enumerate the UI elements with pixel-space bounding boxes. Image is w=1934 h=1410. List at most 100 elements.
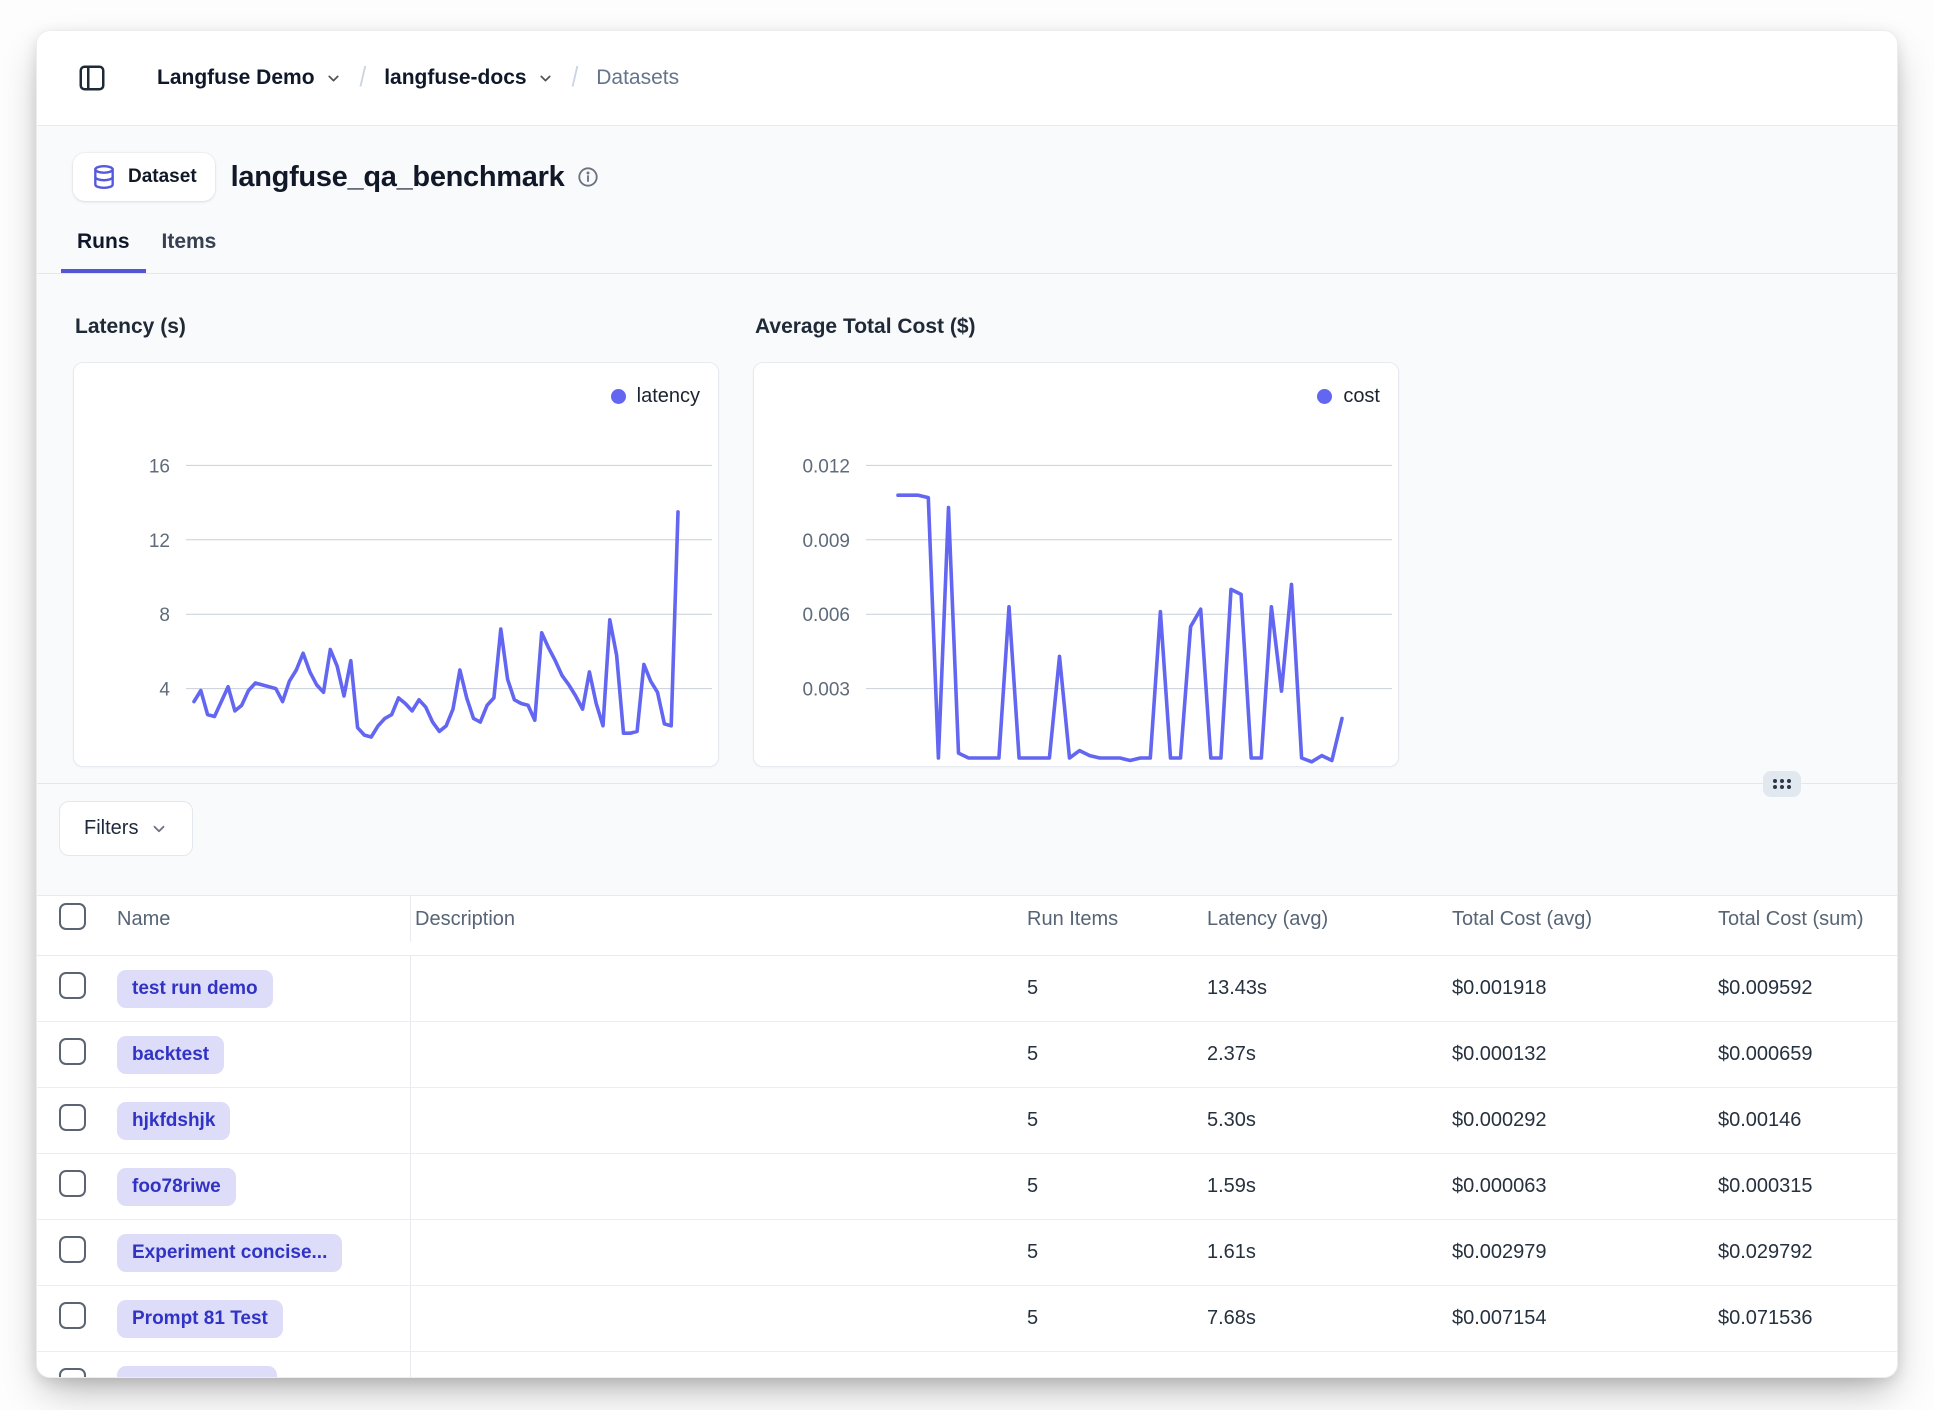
name-cell (111, 1352, 411, 1378)
name-cell: test run demo (111, 956, 411, 1021)
resize-grip-handle[interactable] (1763, 771, 1801, 797)
filters-button[interactable]: Filters (59, 801, 193, 856)
table-row[interactable]: Prompt 81 Test 57.68s$0.007154$0.071536 (37, 1286, 1897, 1352)
header-checkbox-cell (37, 903, 111, 936)
total-cost-sum-cell: $0.000659 (1714, 1043, 1897, 1066)
total-cost-sum-cell: $0.000315 (1714, 1175, 1897, 1198)
y-axis-tick: 0.012 (802, 456, 850, 477)
row-checkbox[interactable] (59, 1104, 86, 1131)
y-axis-tick: 0.009 (802, 531, 850, 552)
row-checkbox-cell (37, 1104, 111, 1137)
run-name-badge[interactable] (117, 1366, 277, 1379)
breadcrumb-separator: / (360, 62, 367, 94)
column-header-latency-avg-: Latency (avg) (1203, 908, 1448, 931)
chevron-down-icon (150, 820, 168, 838)
row-checkbox[interactable] (59, 1368, 86, 1378)
chart-legend: cost (1317, 385, 1380, 408)
chart-card-cost: 0.0030.0060.0090.012cost (753, 362, 1399, 767)
run-name-badge[interactable]: backtest (117, 1036, 224, 1074)
row-checkbox[interactable] (59, 1302, 86, 1329)
select-all-checkbox[interactable] (59, 903, 86, 930)
charts-section: Latency (s)481216latencyAverage Total Co… (73, 312, 1859, 767)
y-axis-tick: 16 (149, 456, 170, 477)
name-cell: hjkfdshjk (111, 1088, 411, 1153)
filters-row: Filters (59, 801, 1897, 856)
breadcrumb-label: langfuse-docs (384, 66, 526, 90)
run-name-badge[interactable]: Experiment concise... (117, 1234, 342, 1272)
breadcrumb-separator: / (572, 62, 579, 94)
breadcrumb-item-langfuse-docs[interactable]: langfuse-docs (384, 66, 553, 90)
row-checkbox[interactable] (59, 972, 86, 999)
row-checkbox-cell (37, 1038, 111, 1071)
series-line-cost (898, 495, 1342, 762)
tab-runs[interactable]: Runs (61, 229, 146, 273)
chart-plot-latency: 481216 (74, 363, 718, 766)
legend-label: latency (637, 385, 700, 408)
latency-avg-cell: 1.61s (1203, 1241, 1448, 1264)
series-line-latency (194, 512, 678, 737)
row-checkbox-cell (37, 1170, 111, 1203)
table-row[interactable]: test run demo 513.43s$0.001918$0.009592 (37, 956, 1897, 1022)
row-checkbox-cell (37, 1236, 111, 1269)
run-items-cell: 5 (1023, 1307, 1203, 1330)
name-cell: Prompt 81 Test (111, 1286, 411, 1351)
table-row[interactable]: hjkfdshjk55.30s$0.000292$0.00146 (37, 1088, 1897, 1154)
total-cost-sum-cell: $0.009592 (1714, 977, 1897, 1000)
run-name-badge[interactable]: test run demo (117, 970, 273, 1008)
dataset-title-row: Dataset langfuse_qa_benchmark (73, 151, 1897, 203)
chevron-down-icon (537, 70, 554, 87)
name-cell: foo78riwe (111, 1154, 411, 1219)
section-divider (37, 783, 1897, 784)
app-window: Langfuse Demo / langfuse-docs / Datasets Dat… (36, 30, 1898, 1378)
breadcrumb-item-datasets[interactable]: Datasets (596, 66, 679, 90)
page-title: langfuse_qa_benchmark (231, 161, 565, 194)
total-cost-sum-cell: $0.029792 (1714, 1241, 1897, 1264)
run-name-badge[interactable]: foo78riwe (117, 1168, 236, 1206)
breadcrumb: Langfuse Demo / langfuse-docs / Datasets (157, 64, 679, 92)
filters-button-label: Filters (84, 817, 138, 840)
sidebar-toggle-icon[interactable] (75, 61, 109, 95)
table-row[interactable]: foo78riwe51.59s$0.000063$0.000315 (37, 1154, 1897, 1220)
table-row[interactable]: backtest 52.37s$0.000132$0.000659 (37, 1022, 1897, 1088)
run-items-cell: 5 (1023, 977, 1203, 1000)
name-cell: Experiment concise... (111, 1220, 411, 1285)
dataset-type-pill: Dataset (73, 153, 215, 201)
chart-title: Latency (s) (75, 312, 719, 342)
chevron-down-icon (325, 70, 342, 87)
run-name-badge[interactable]: hjkfdshjk (117, 1102, 230, 1140)
run-items-cell: 5 (1023, 1043, 1203, 1066)
y-axis-tick: 4 (159, 680, 170, 701)
top-bar: Langfuse Demo / langfuse-docs / Datasets (37, 31, 1897, 126)
column-header-total-cost-avg-: Total Cost (avg) (1448, 908, 1714, 931)
legend-dot-icon (1317, 389, 1332, 404)
chart-card-latency: 481216latency (73, 362, 719, 767)
latency-avg-cell: 2.37s (1203, 1043, 1448, 1066)
row-checkbox[interactable] (59, 1170, 86, 1197)
run-items-cell: 5 (1023, 1241, 1203, 1264)
row-checkbox-cell (37, 1368, 111, 1378)
runs-table: NameDescriptionRun ItemsLatency (avg)Tot… (37, 895, 1897, 1378)
column-header-total-cost-sum-: Total Cost (sum) (1714, 908, 1897, 931)
latency-avg-cell: 5.30s (1203, 1109, 1448, 1132)
row-checkbox[interactable] (59, 1236, 86, 1263)
latency-avg-cell: 13.43s (1203, 977, 1448, 1000)
total-cost-sum-cell: $0.071536 (1714, 1307, 1897, 1330)
tab-bar: RunsItems (37, 229, 1897, 274)
row-checkbox[interactable] (59, 1038, 86, 1065)
breadcrumb-item-langfuse-demo[interactable]: Langfuse Demo (157, 66, 342, 90)
run-items-cell: 5 (1023, 1175, 1203, 1198)
table-row[interactable]: Experiment concise...51.61s$0.002979$0.0… (37, 1220, 1897, 1286)
chart-column-latency: Latency (s) 481216latency (73, 312, 719, 767)
total-cost-avg-cell: $0.001918 (1448, 977, 1714, 1000)
info-icon[interactable] (577, 166, 599, 188)
total-cost-avg-cell: $0.007154 (1448, 1307, 1714, 1330)
tab-items[interactable]: Items (146, 229, 233, 273)
legend-label: cost (1343, 385, 1380, 408)
table-row-partial[interactable] (37, 1352, 1897, 1378)
run-name-badge[interactable]: Prompt 81 Test (117, 1300, 283, 1338)
total-cost-avg-cell: $0.000132 (1448, 1043, 1714, 1066)
chart-legend: latency (611, 385, 700, 408)
name-cell: backtest (111, 1022, 411, 1087)
column-header-run-items: Run Items (1023, 908, 1203, 931)
latency-avg-cell: 7.68s (1203, 1307, 1448, 1330)
